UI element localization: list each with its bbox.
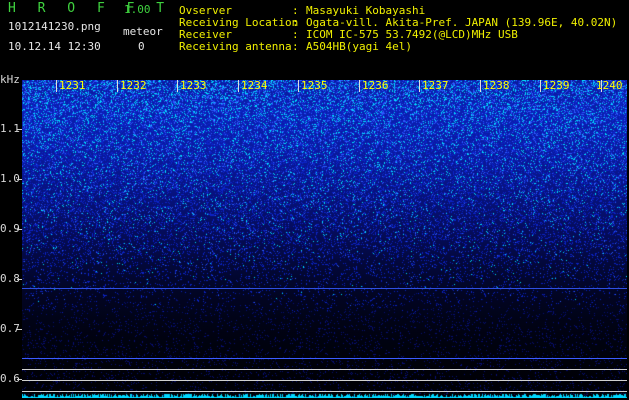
x-tick-label: 1238 — [483, 79, 510, 92]
datetime-stamp: 10.12.14 12:30 — [8, 40, 101, 53]
x-tick-mark — [359, 80, 360, 92]
y-tick-mark — [17, 379, 22, 380]
x-tick-mark — [540, 80, 541, 92]
x-tick-label: 1236 — [362, 79, 389, 92]
x-tick-label: 1239 — [543, 79, 570, 92]
reference-line — [22, 380, 627, 381]
spectrogram-noise — [22, 80, 627, 398]
y-tick-mark — [17, 179, 22, 180]
antenna-value: A504HB(yagi 4el) — [306, 40, 412, 53]
x-tick-label: 1237 — [422, 79, 449, 92]
x-tick-label: 1231 — [59, 79, 86, 92]
signal-line-078 — [22, 288, 627, 289]
x-tick-mark — [238, 80, 239, 92]
meteor-count: 0 — [138, 40, 145, 53]
y-tick-mark — [17, 279, 22, 280]
file-name: 1012141230.png — [8, 20, 101, 33]
x-tick-mark — [177, 80, 178, 92]
x-tick-label: 1235 — [301, 79, 328, 92]
y-axis-unit: kHz — [0, 73, 20, 86]
y-tick-mark — [17, 329, 22, 330]
x-tick-mark — [480, 80, 481, 92]
app-version: 1.00 — [124, 3, 151, 16]
reference-line — [22, 391, 627, 392]
meteor-label: meteor — [123, 25, 163, 38]
y-tick-mark — [17, 229, 22, 230]
x-tick-mark — [117, 80, 118, 92]
antenna-separator: : — [292, 40, 299, 53]
antenna-label: Receiving antenna — [179, 40, 292, 53]
reference-line — [22, 369, 627, 370]
x-tick-mark — [419, 80, 420, 92]
signal-line-064 — [22, 358, 627, 359]
x-tick-label: 1232 — [120, 79, 147, 92]
x-tick-label: 1240 — [596, 79, 623, 92]
x-tick-mark — [298, 80, 299, 92]
x-tick-mark — [56, 80, 57, 92]
y-tick-mark — [17, 129, 22, 130]
x-tick-label: 1233 — [180, 79, 207, 92]
x-tick-label: 1234 — [241, 79, 268, 92]
